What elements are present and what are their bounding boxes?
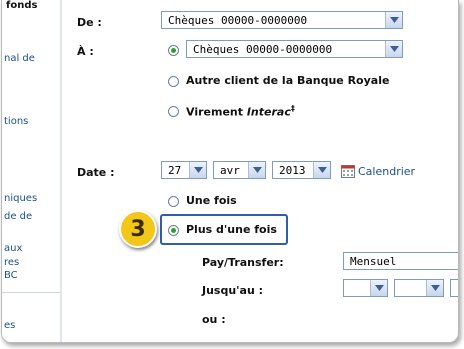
sidebar-link-6[interactable]: res <box>4 257 19 268</box>
sidebar-link-7[interactable]: BC <box>4 270 18 281</box>
sidebar-link-3[interactable]: niques <box>4 193 37 204</box>
to-radio-other-client[interactable] <box>168 76 179 87</box>
until-year-select[interactable] <box>450 279 458 297</box>
frequency-radio-once[interactable] <box>168 196 179 207</box>
to-radio-own-account[interactable] <box>168 45 179 56</box>
until-month-select[interactable] <box>343 279 388 297</box>
from-account-value: Chèques 00000-0000000 <box>168 14 308 27</box>
paytransfer-value: Mensuel <box>350 255 397 268</box>
until-day-select[interactable] <box>394 279 444 297</box>
step-number-badge: 3 <box>119 210 157 248</box>
chevron-down-icon <box>370 280 387 296</box>
paytransfer-label: Pay/Transfer: <box>202 256 284 269</box>
sidebar-link-8[interactable]: es <box>4 320 15 331</box>
date-month-select[interactable]: avr <box>213 161 266 179</box>
calendar-icon[interactable] <box>341 163 355 182</box>
frequency-radio-multiple[interactable] <box>168 225 179 236</box>
transfer-form: De : Chèques 00000-0000000 À : Chèques 0… <box>62 0 458 342</box>
sidebar-link-4[interactable]: de de <box>4 211 32 222</box>
date-year-value: 2013 <box>279 164 306 177</box>
paytransfer-select[interactable]: Mensuel <box>343 252 458 270</box>
date-day-select[interactable]: 27 <box>161 161 207 179</box>
to-radio-interac[interactable] <box>168 106 179 117</box>
left-sidebar: fonds nal de tions niques de de aux res … <box>2 0 62 342</box>
interac-label: Virement Interac‡ <box>186 104 295 119</box>
to-account-select[interactable]: Chèques 00000-0000000 <box>186 40 403 58</box>
to-account-value: Chèques 00000-0000000 <box>193 43 333 56</box>
sidebar-heading: fonds <box>6 0 38 11</box>
until-label: Jusqu'au : <box>202 284 264 297</box>
chevron-down-icon <box>248 162 265 178</box>
frequency-once-label: Une fois <box>186 194 237 207</box>
other-client-label: Autre client de la Banque Royale <box>186 74 390 87</box>
chevron-down-icon <box>385 12 402 28</box>
screenshot-frame: fonds nal de tions niques de de aux res … <box>1 0 459 343</box>
sidebar-link-5[interactable]: aux <box>4 243 22 254</box>
date-month-value: avr <box>220 164 240 177</box>
from-label: De : <box>77 16 102 29</box>
sidebar-divider <box>2 292 60 293</box>
frequency-multiple-label: Plus d'une fois <box>186 223 277 236</box>
chevron-down-icon <box>385 41 402 57</box>
or-label: ou : <box>202 313 226 326</box>
chevron-down-icon <box>313 162 330 178</box>
to-label: À : <box>77 45 94 58</box>
date-label: Date : <box>77 166 115 179</box>
from-account-select[interactable]: Chèques 00000-0000000 <box>161 11 403 29</box>
sidebar-link-1[interactable]: nal de <box>4 53 35 64</box>
calendar-link[interactable]: Calendrier <box>358 165 415 178</box>
chevron-down-icon <box>426 280 443 296</box>
date-year-select[interactable]: 2013 <box>272 161 331 179</box>
sidebar-link-2[interactable]: tions <box>4 116 28 127</box>
date-day-value: 27 <box>168 164 182 177</box>
chevron-down-icon <box>189 162 206 178</box>
